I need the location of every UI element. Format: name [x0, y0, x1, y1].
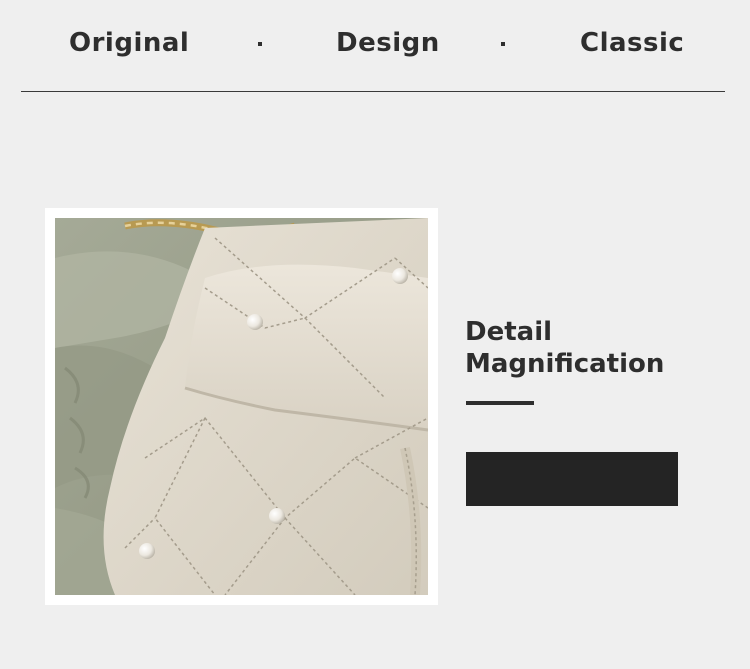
detail-title-line1: Detail [465, 317, 553, 347]
quilted-bag-illustration [55, 218, 428, 595]
label-box [466, 452, 678, 506]
header-divider [21, 91, 725, 92]
product-photo-frame [45, 208, 438, 605]
title-underline-bar [466, 401, 534, 405]
header-word-design: Design [336, 28, 440, 58]
header-word-original: Original [69, 28, 190, 58]
detail-title-line2: Magnification [465, 349, 665, 379]
header-separator-dot [501, 42, 505, 46]
page-header: Original Design Classic [0, 0, 750, 92]
detail-title: Detail Magnification [465, 316, 664, 380]
header-word-classic: Classic [580, 28, 685, 58]
product-detail-photo [55, 218, 428, 595]
header-separator-dot [258, 42, 262, 46]
